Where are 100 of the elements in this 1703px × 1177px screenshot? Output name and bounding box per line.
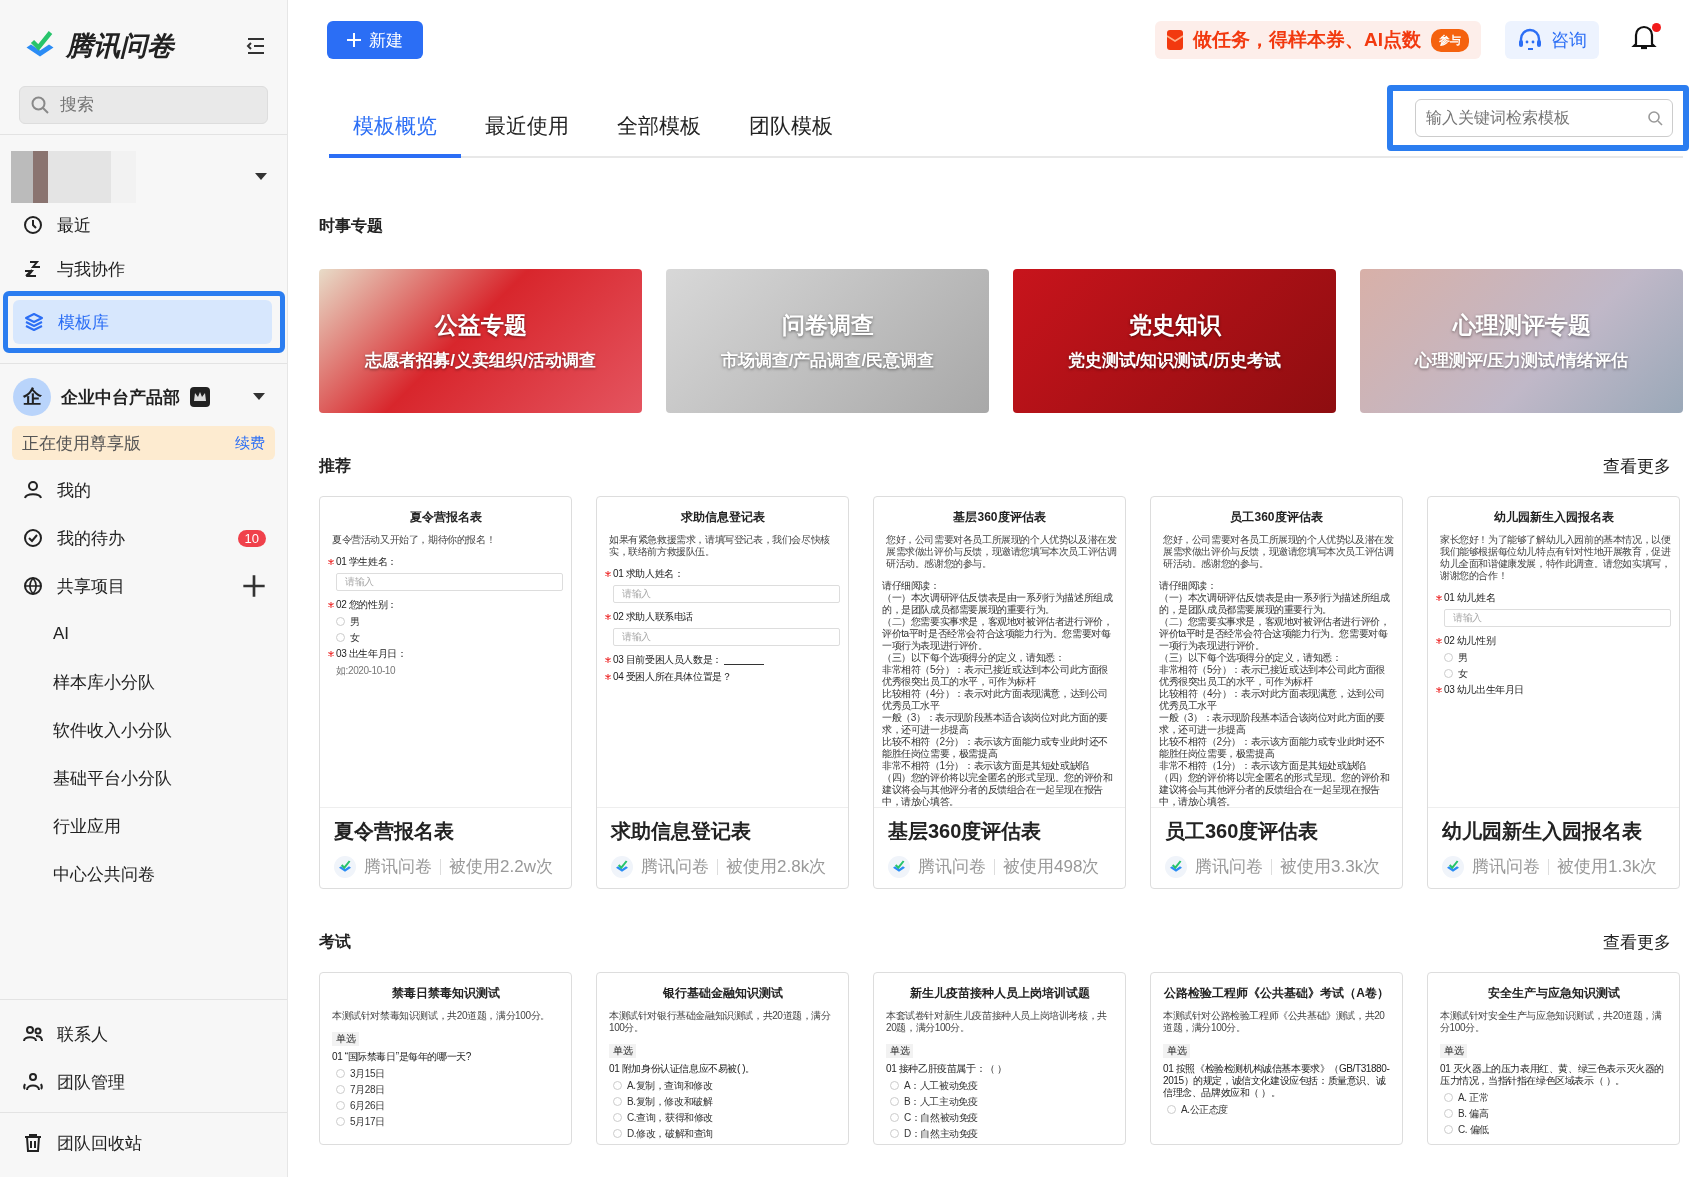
template-card[interactable] xyxy=(873,496,1126,889)
section-title: 推荐 xyxy=(319,456,351,476)
preview-question: 03 目前受困人员人数是： xyxy=(613,653,722,666)
tab[interactable]: 团队模板 xyxy=(725,112,857,158)
tab[interactable]: 最近使用 xyxy=(461,112,593,158)
see-more-link[interactable]: 查看更多 xyxy=(1603,455,1671,478)
template-card[interactable]: 求助信息登记表 如果有紧急救援需求，请填写登记表，我们会尽快核实，联络前方救援队伍。 01 求助人姓名： 请输入 02 求助人联系电话 请输入 03 目前受困人员人数是： 04 受困人所在具体位置是？ 求助信息登记表 腾讯问卷 被使用2.8k次 xyxy=(596,496,849,889)
preview-intro: 您好，公司需要对各员工所展现的个人优势以及潜在发展需求做出评价与反馈，现邀请您填写本次员工评估调研活动。感谢您的参与。 xyxy=(1163,533,1394,570)
preview-input: 请输入 xyxy=(1444,608,1671,627)
tab[interactable]: 全部模板 xyxy=(593,112,725,158)
collapse-menu-icon[interactable] xyxy=(245,35,267,57)
preview-paragraph: 非常不相符（1分）：表示该方面是其短处或缺陷 xyxy=(882,759,1090,772)
preview-option: B：人工主动免疫 xyxy=(904,1095,978,1108)
topic-banner[interactable]: 公益专题 志愿者招募/义卖组织/活动调查 xyxy=(319,269,642,413)
see-more-link[interactable]: 查看更多 xyxy=(1603,931,1671,954)
preview-title: 新生儿疫苗接种人员上岗培训试题 xyxy=(908,985,1091,1002)
question-type-tag: 单选 xyxy=(1440,1043,1468,1058)
preview-question: 01 灭火器上的压力表用红、黄、绿三色表示灭火器的压力情况，当指针指在绿色区域表示（ ）。 xyxy=(1440,1062,1665,1087)
preview-paragraph: （二）您需要实事求是，客观地对被评估者进行评价，评价ta平时是否经常会符合这项能力行为。您需要对每一项行为表现进行评价。 xyxy=(882,615,1114,652)
project-item[interactable]: 样本库小分队 xyxy=(0,658,287,706)
preview-intro: 本测试针对公路检验工程师《公共基础》测试，共20道题，满分100分。 xyxy=(1163,1009,1386,1034)
preview-option: A.复制，查询和修改 xyxy=(627,1079,713,1092)
sidebar-item[interactable]: 与我协作 xyxy=(12,247,275,291)
preview-paragraph: （四）您的评价将以完全匿名的形式呈现。您的评价和建议将会与其他评分者的反馈组合在一起呈现在报告中，请放心填答。 xyxy=(1159,771,1391,807)
team-name[interactable]: 企业中台产品部 xyxy=(61,385,180,409)
template-card[interactable] xyxy=(1150,496,1403,889)
notification-bell-icon[interactable] xyxy=(1631,23,1657,51)
preview-option: D：自然主动免疫 xyxy=(904,1127,979,1140)
template-card[interactable]: 夏令营报名表 夏令营活动又开始了，期待你的报名！ 01 学生姓名： 请输入 02 您的性别： 男 女 03 出生年月日： 如:2020-10-10 夏令营报名表 腾讯问卷 被使用2.2w次 xyxy=(319,496,572,889)
sidebar-item[interactable]: 联系人 xyxy=(12,1010,275,1058)
topic-banner[interactable]: 党史知识 党史测试/知识测试/历史考试 xyxy=(1013,269,1336,413)
template-usage: 被使用498次 xyxy=(1003,856,1100,878)
sidebar-item[interactable]: 我的 xyxy=(12,466,275,514)
tab[interactable]: 模板概览 xyxy=(329,112,461,158)
project-item[interactable]: 软件收入小分队 xyxy=(0,706,287,754)
preview-paragraph: 一般（3）：表示现阶段基本适合该岗位对此方面的要求，还可进一步提高 xyxy=(1159,711,1386,736)
sidebar-item[interactable]: 团队回收站 xyxy=(12,1119,275,1167)
sidebar-item[interactable]: 共享项目 xyxy=(12,562,275,610)
preview-option: D.修改，破解和查询 xyxy=(627,1127,713,1140)
preview-paragraph: 比较相符（4分）：表示对此方面表现满意，达到公司优秀员工水平 xyxy=(1159,687,1386,712)
team-avatar: 企 xyxy=(13,378,51,416)
template-card[interactable]: 安全生产与应急知识测试 本测试针对安全生产与应急知识测试，共20道题，满分100分。 单选 01 灭火器上的压力表用红、黄、绿三色表示灭火器的压力情况，当指针指在绿色区域表示（ ）。 A. 正常 B. 偏高 C. 偏低 xyxy=(1427,972,1680,1145)
promo-text: 做任务，得样本券、AI点数 xyxy=(1193,28,1421,52)
preview-paragraph: （三）以下每个选项得分的定义，请知悉： xyxy=(882,651,1066,664)
preview-question: 01 学生姓名： xyxy=(336,555,397,568)
preview-intro: 您好，公司需要对各员工所展现的个人优势以及潜在发展需求做出评价与反馈，现邀请您填写本次员工评估调研活动。感谢您的参与。 xyxy=(886,533,1117,570)
check-circle-icon xyxy=(21,526,45,550)
preview-paragraph: 一般（3）：表示现阶段基本适合该岗位对此方面的要求，还可进一步提高 xyxy=(882,711,1109,736)
project-item[interactable]: 行业应用 xyxy=(0,802,287,850)
template-card[interactable]: 禁毒日禁毒知识测试 本测试针对禁毒知识测试，共20道题，满分100分。 单选 01 “国际禁毒日”是每年的哪一天? 3月15日 7月28日 6月26日 5月17日 xyxy=(319,972,572,1145)
project-item[interactable]: AI xyxy=(0,610,287,658)
preview-title: 求助信息登记表 xyxy=(679,509,766,526)
template-name: 夏令营报名表 xyxy=(334,819,455,844)
preview-question: 01 接种乙肝疫苗属于：（ ） xyxy=(886,1062,1007,1075)
banner-title: 问卷调查 xyxy=(781,311,874,340)
preview-question: 01 “国际禁毒日”是每年的哪一天? xyxy=(332,1050,471,1063)
sidebar-item[interactable]: 最近 xyxy=(12,203,275,247)
sidebar-item[interactable]: 我的待办 10 xyxy=(12,514,275,562)
template-card[interactable]: 公路检验工程师《公共基础》考试（A卷） 本测试针对公路检验工程师《公共基础》测试，共20道题，满分100分。 单选 01 按照《检验检测机构诚信基本要求》（GB/T31880-2015）的规定，诚信文化建设应包括：质量意识、诚信理念、品牌效应和（ ）。 A.公正态度 xyxy=(1150,972,1403,1145)
preview-paragraph: 非常相符（5分）：表示已接近或达到本公司此方面很优秀很突出员工的水平，可作为标杆 xyxy=(1159,663,1386,688)
clock-icon xyxy=(21,213,45,237)
template-usage: 被使用2.2w次 xyxy=(449,856,553,878)
preview-intro: 家长您好！为了能够了解幼儿入园前的基本情况，以便我们能够根据每位幼儿特点有针对性地开展教育，促进幼儿全面和谐健康发展，特作此调查。请您如实填写，谢谢您的合作！ xyxy=(1440,533,1671,582)
preview-input: 请输入 xyxy=(613,584,840,603)
consult-button[interactable]: 咨询 xyxy=(1505,21,1599,59)
caret-icon[interactable] xyxy=(253,393,265,401)
template-card[interactable]: 幼儿园新生入园报名表 家长您好！为了能够了解幼儿入园前的基本情况，以便我们能够根据每位幼儿特点有针对性地开展教育，促进幼儿全面和谐健康发展，特作此调查。请您如实填写，谢谢您的合作！ 01 幼儿姓名 请输入 02 幼儿性别 男 女 03 幼儿出生年月日 幼儿园新生入园报名表 腾讯问卷 被使用1.3k次 xyxy=(1427,496,1680,889)
logo-icon xyxy=(611,855,633,878)
new-button[interactable]: 新建 xyxy=(327,21,423,59)
template-author: 腾讯问卷 xyxy=(918,856,986,878)
project-item[interactable]: 基础平台小分队 xyxy=(0,754,287,802)
plus-icon xyxy=(347,33,361,47)
question-type-tag: 单选 xyxy=(332,1031,360,1046)
preview-hint: 如:2020-10-10 xyxy=(336,664,397,677)
banner-title: 党史知识 xyxy=(1128,311,1221,340)
search-icon xyxy=(1647,110,1663,126)
renew-link[interactable]: 续费 xyxy=(235,433,265,453)
preview-question: 02 求助人联系电话 xyxy=(613,610,693,623)
search-field[interactable]: 搜索 xyxy=(19,86,268,124)
caret-icon[interactable] xyxy=(255,173,267,181)
sidebar-item[interactable]: 模板库 xyxy=(13,300,272,344)
preview-option: 5月17日 xyxy=(350,1115,385,1128)
logo-icon xyxy=(1442,855,1464,878)
preview-paragraph: （一）本次调研评估反馈表是由一系列行为描述所组成的，是团队成员都需要展现的重要行为。 xyxy=(1159,591,1391,616)
project-item[interactable]: 中心公共问卷 xyxy=(0,850,287,898)
template-search-field[interactable]: 输入关键词检索模板 xyxy=(1415,99,1673,137)
template-card[interactable]: 银行基础金融知识测试 本测试针对银行基础金融知识测试，共20道题，满分100分。 单选 01 附加身份认证信息应不易被( )。 A.复制，查询和修改 B.复制，修改和破解 C.查询，获得和修改 D.修改，破解和查询 xyxy=(596,972,849,1145)
banner-title: 公益专题 xyxy=(434,311,527,340)
preview-question: 01 按照《检验检测机构诚信基本要求》（GB/T31880-2015）的规定，诚信文化建设应包括：质量意识、诚信理念、品牌效应和（ ）。 xyxy=(1163,1062,1391,1099)
sidebar-item[interactable]: 团队管理 xyxy=(12,1058,275,1106)
template-card[interactable]: 新生儿疫苗接种人员上岗培训试题 本套试卷针对新生儿疫苗接种人员上岗培训考核，共20题，满分100分。 单选 01 接种乙肝疫苗属于：（ ） A：人工被动免疫 B：人工主动免疫 C：自然被动免疫 D：自然主动免疫 xyxy=(873,972,1126,1145)
preview-question: 04 受困人所在具体位置是？ xyxy=(613,670,732,683)
user-avatar[interactable] xyxy=(11,151,136,203)
preview-question: 03 幼儿出生年月日 xyxy=(1444,683,1524,696)
template-author: 腾讯问卷 xyxy=(1195,856,1263,878)
brand-name: 腾讯问卷 xyxy=(66,30,177,63)
preview-question: 01 求助人姓名： xyxy=(613,567,684,580)
add-icon[interactable] xyxy=(242,574,266,598)
banner-subtitle: 心理测评/压力测试/情绪评估 xyxy=(1414,350,1629,372)
preview-title: 基层360度评估表 xyxy=(952,509,1047,526)
